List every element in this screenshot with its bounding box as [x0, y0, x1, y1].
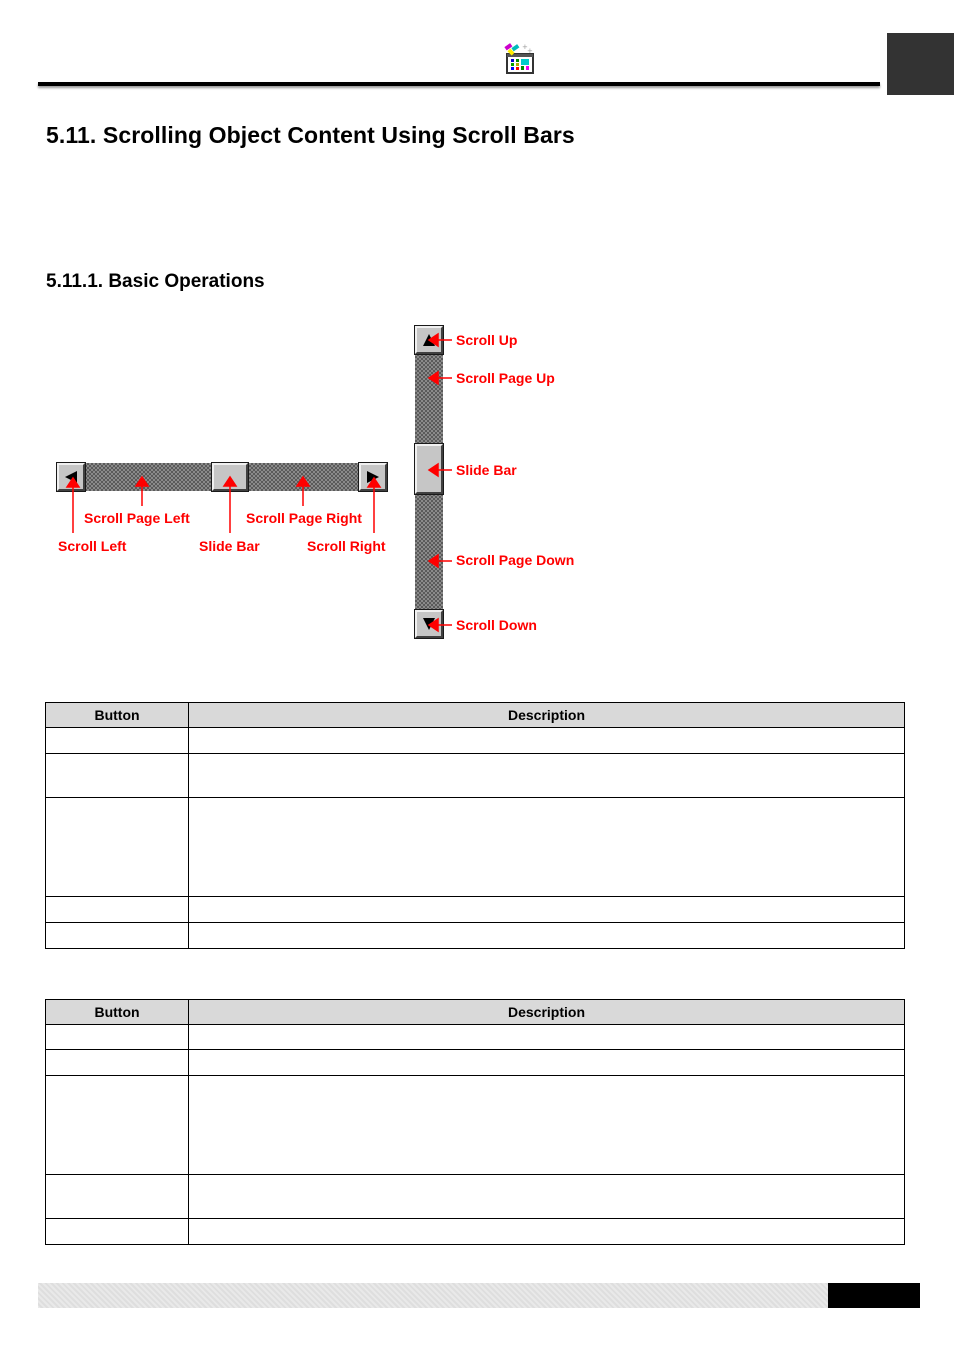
cell-button [45, 1024, 189, 1050]
label-scroll-page-left: Scroll Page Left [84, 510, 190, 526]
table-row [45, 1174, 905, 1219]
table-row [45, 1218, 905, 1245]
cell-button [45, 922, 189, 949]
label-scroll-left: Scroll Left [58, 538, 127, 554]
cell-button [45, 1218, 189, 1245]
cell-button [45, 896, 189, 923]
cell-button [45, 753, 189, 798]
column-header-description: Description [188, 702, 905, 728]
label-scroll-page-up: Scroll Page Up [456, 370, 555, 386]
horizontal-scroll-table: Button Description [45, 702, 905, 949]
cell-description [188, 896, 905, 923]
cell-description [188, 1075, 905, 1175]
label-slide-bar-v: Slide Bar [456, 462, 517, 478]
cell-button [45, 727, 189, 754]
cell-description [188, 922, 905, 949]
cell-button [45, 1174, 189, 1219]
cell-description [188, 1174, 905, 1219]
column-header-description: Description [188, 999, 905, 1025]
table-header-row: Button Description [45, 702, 905, 728]
cell-button [45, 797, 189, 897]
footer-bar [38, 1283, 828, 1308]
cell-description [188, 797, 905, 897]
column-header-button: Button [45, 702, 189, 728]
table-row [45, 896, 905, 923]
page-number-box [828, 1283, 920, 1308]
table-row [45, 727, 905, 754]
cell-description [188, 1049, 905, 1076]
table-row [45, 1024, 905, 1050]
table-row [45, 1075, 905, 1175]
cell-description [188, 753, 905, 798]
label-scroll-right: Scroll Right [307, 538, 386, 554]
table-row [45, 1049, 905, 1076]
label-scroll-up: Scroll Up [456, 332, 518, 348]
annotation-arrows [65, 332, 452, 633]
label-scroll-page-right: Scroll Page Right [246, 510, 362, 526]
label-scroll-page-down: Scroll Page Down [456, 552, 575, 568]
label-scroll-down: Scroll Down [456, 617, 537, 633]
table-row [45, 797, 905, 897]
column-header-button: Button [45, 999, 189, 1025]
cell-button [45, 1075, 189, 1175]
table-row [45, 922, 905, 949]
cell-button [45, 1049, 189, 1076]
label-slide-bar-h: Slide Bar [199, 538, 260, 554]
cell-description [188, 1024, 905, 1050]
table-header-row: Button Description [45, 999, 905, 1025]
cell-description [188, 1218, 905, 1245]
vertical-scroll-table: Button Description [45, 999, 905, 1245]
cell-description [188, 727, 905, 754]
table-row [45, 753, 905, 798]
